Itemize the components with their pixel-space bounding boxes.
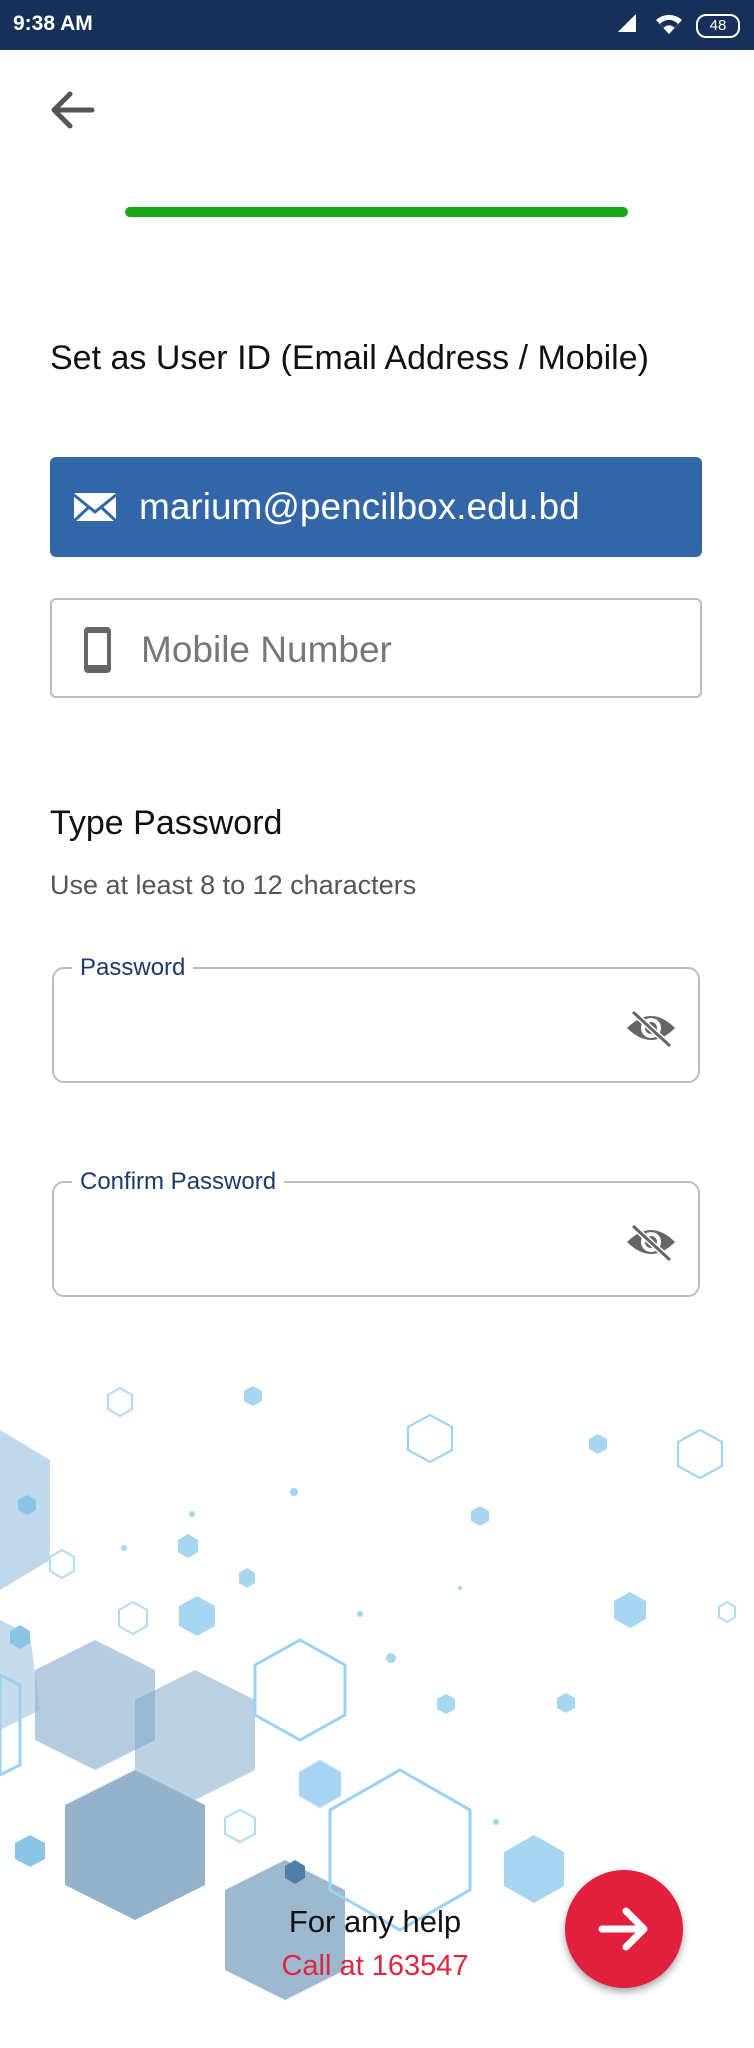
confirm-password-input[interactable] bbox=[76, 1213, 600, 1271]
confirm-password-label: Confirm Password bbox=[72, 1168, 285, 1196]
email-option-label: marium@pencilbox.edu.bd bbox=[139, 486, 580, 527]
mobile-phone-icon bbox=[84, 627, 111, 673]
back-button[interactable] bbox=[44, 84, 100, 136]
password-label: Password bbox=[72, 954, 194, 982]
next-button[interactable] bbox=[565, 1870, 683, 1988]
progress-bar bbox=[125, 207, 628, 217]
wifi-icon bbox=[656, 14, 682, 34]
eye-slash-icon[interactable] bbox=[624, 1006, 678, 1050]
password-input[interactable] bbox=[76, 999, 600, 1057]
cellular-signal-icon bbox=[618, 14, 636, 32]
userid-title: Set as User ID (Email Address / Mobile) bbox=[50, 339, 649, 377]
arrow-left-icon bbox=[51, 91, 95, 129]
mobile-number-placeholder: Mobile Number bbox=[141, 629, 392, 670]
confirm-password-field: Confirm Password bbox=[52, 1168, 700, 1297]
eye-slash-icon[interactable] bbox=[624, 1220, 678, 1264]
password-hint: Use at least 8 to 12 characters bbox=[50, 870, 417, 900]
password-title: Type Password bbox=[50, 804, 283, 842]
password-field: Password bbox=[52, 954, 700, 1083]
email-option[interactable]: marium@pencilbox.edu.bd bbox=[50, 457, 702, 557]
arrow-right-icon bbox=[598, 1907, 648, 1951]
mobile-number-option[interactable]: Mobile Number bbox=[50, 598, 702, 698]
progress-fill bbox=[125, 207, 628, 217]
envelope-icon bbox=[72, 493, 118, 523]
battery-icon: 48 bbox=[696, 14, 740, 38]
status-bar: 9:38 AM 48 bbox=[0, 0, 754, 50]
status-time: 9:38 AM bbox=[13, 12, 93, 35]
register-screen: 9:38 AM 48 Set as User ID (Email Address… bbox=[0, 0, 754, 2048]
